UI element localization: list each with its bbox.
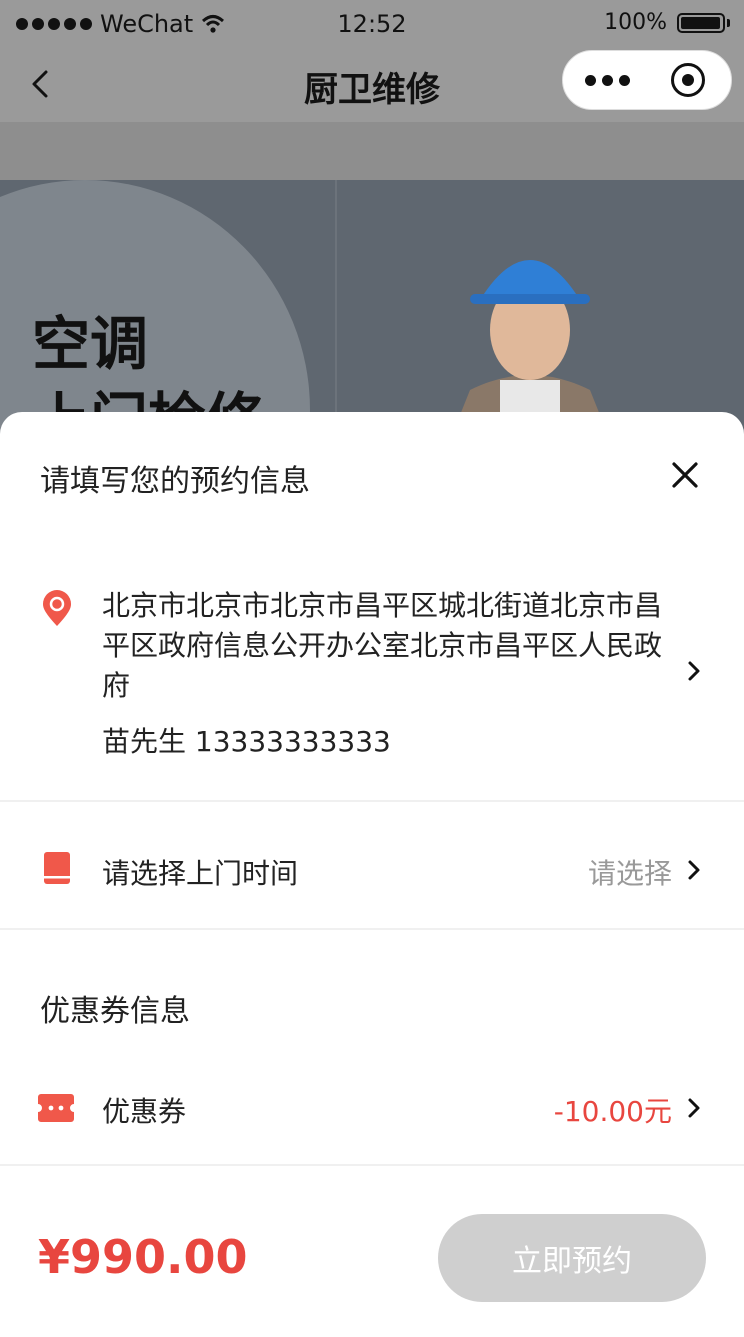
calendar-icon [44, 852, 70, 884]
coupon-discount: -10.00元 [553, 1095, 672, 1128]
status-bar: WeChat 12:52 100% [0, 0, 744, 48]
technician-image [450, 260, 610, 440]
visit-time-value: 请选择 [587, 857, 672, 890]
banner-line-1: 空调 [32, 310, 149, 378]
hero-banner: 空调 上门检修 [0, 180, 744, 440]
address-text: 北京市北京市北京市昌平区城北街道北京市昌平区政府信息公开办公室北京市昌平区人民政… [102, 589, 663, 702]
coupon-label: 优惠券 [102, 1095, 187, 1128]
chevron-right-icon [688, 860, 700, 880]
battery-status: 100% [604, 10, 730, 35]
battery-icon [677, 12, 725, 33]
location-pin-icon [43, 590, 71, 626]
book-now-button[interactable]: 立即预约 [438, 1214, 706, 1302]
close-icon[interactable] [670, 460, 700, 490]
more-dots-icon[interactable] [585, 75, 630, 86]
coupon-section-title: 优惠券信息 [40, 994, 190, 1029]
nav-bar: 厨卫维修 [0, 48, 744, 122]
divider [0, 1164, 744, 1166]
total-price: ¥990.00 [38, 1230, 248, 1284]
target-icon[interactable] [671, 63, 705, 97]
contact-info: 苗先生 13333333333 [102, 725, 391, 758]
divider [0, 800, 744, 802]
visit-time-label: 请选择上门时间 [102, 857, 299, 890]
chevron-right-icon [688, 1098, 700, 1118]
divider [0, 928, 744, 930]
tab-strip [0, 122, 744, 180]
booking-sheet: 请填写您的预约信息 北京市北京市北京市昌平区城北街道北京市昌平区政府信息公开办公… [0, 412, 744, 1337]
battery-percent: 100% [604, 10, 667, 35]
sheet-title: 请填写您的预约信息 [40, 464, 310, 499]
chevron-right-icon [688, 661, 700, 681]
mini-program-capsule [562, 50, 732, 110]
ticket-icon [38, 1094, 74, 1122]
